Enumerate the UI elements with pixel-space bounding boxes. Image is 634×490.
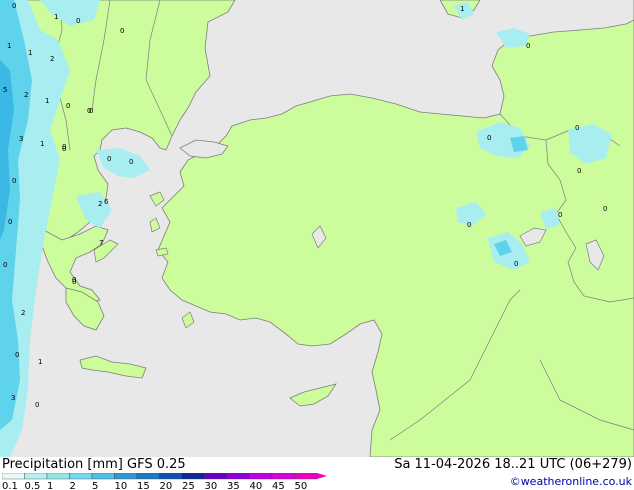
precip-value-label: 1 bbox=[460, 5, 464, 13]
precip-value-label: 0 bbox=[526, 42, 530, 50]
legend-footer: Precipitation [mm] GFS 0.25 Sa 11-04-202… bbox=[0, 457, 634, 490]
scale-label: 25 bbox=[182, 481, 195, 490]
scale-label: 45 bbox=[272, 481, 285, 490]
precip-value-label: 0 bbox=[62, 143, 66, 151]
precip-value-label: 1 bbox=[28, 49, 32, 57]
precip-value-label: 0 bbox=[76, 17, 80, 25]
precip-value-label: 0 bbox=[12, 177, 16, 185]
scale-label: 0.1 bbox=[2, 481, 18, 490]
precip-value-label: 0 bbox=[12, 2, 16, 10]
precip-value-label: 0 bbox=[15, 351, 19, 359]
scale-swatch bbox=[271, 473, 295, 480]
scale-label: 40 bbox=[250, 481, 263, 490]
precip-value-label: 3 bbox=[19, 135, 23, 143]
scale-label: 35 bbox=[227, 481, 240, 490]
scale-arrow bbox=[317, 473, 327, 479]
precip-value-label: 0 bbox=[558, 211, 562, 219]
precip-value-label: 0 bbox=[577, 167, 581, 175]
scale-swatch bbox=[181, 473, 205, 480]
precip-value-label: 1 bbox=[7, 42, 11, 50]
precip-value-label: 0 bbox=[107, 155, 111, 163]
precip-value-label: 0 bbox=[72, 276, 76, 284]
scale-swatch bbox=[46, 473, 70, 480]
precip-value-label: 5 bbox=[3, 86, 7, 94]
scale-swatch bbox=[204, 473, 228, 480]
scale-label: 30 bbox=[205, 481, 218, 490]
precip-value-label: 0 bbox=[603, 205, 607, 213]
valid-time: Sa 11-04-2026 18..21 UTC (06+279) bbox=[394, 457, 632, 472]
scale-swatch bbox=[159, 473, 183, 480]
precip-value-label: 1 bbox=[38, 358, 42, 366]
precip-value-label: 0 bbox=[514, 260, 518, 268]
scale-swatch bbox=[24, 473, 48, 480]
precip-value-label: 0 bbox=[487, 134, 491, 142]
precip-value-label: 3 bbox=[11, 394, 15, 402]
scale-label: 15 bbox=[137, 481, 150, 490]
precip-value-label: 0 bbox=[129, 158, 133, 166]
scale-swatch bbox=[249, 473, 273, 480]
precip-value-label: 0 bbox=[87, 107, 91, 115]
scale-swatch bbox=[2, 473, 25, 480]
scale-label: 1 bbox=[47, 481, 53, 490]
scale-label: 2 bbox=[70, 481, 76, 490]
scale-swatch bbox=[226, 473, 250, 480]
precip-value-label: 0 bbox=[66, 102, 70, 110]
precip-value-label: 2 bbox=[24, 91, 28, 99]
scale-swatch bbox=[91, 473, 115, 480]
scale-swatch bbox=[294, 473, 318, 480]
map-title: Precipitation [mm] GFS 0.25 bbox=[2, 457, 186, 472]
color-scale: 0.1 0.5 1 2 5 10 15 20 25 30 35 40 45 50 bbox=[2, 473, 327, 490]
scale-label: 5 bbox=[92, 481, 98, 490]
precip-value-label: 1 bbox=[54, 13, 58, 21]
precip-value-label: 2 bbox=[21, 309, 25, 317]
precip-value-label: 2 bbox=[98, 200, 102, 208]
precip-value-label: 1 bbox=[40, 140, 44, 148]
scale-label: 10 bbox=[115, 481, 128, 490]
precip-value-label: 0 bbox=[467, 221, 471, 229]
precip-value-label: 0 bbox=[575, 124, 579, 132]
scale-label: 20 bbox=[160, 481, 173, 490]
scale-label: 50 bbox=[295, 481, 308, 490]
scale-swatch bbox=[69, 473, 93, 480]
precip-value-label: 0 bbox=[120, 27, 124, 35]
scale-swatch bbox=[136, 473, 160, 480]
credit-link[interactable]: ©weatheronline.co.uk bbox=[510, 475, 632, 488]
map-area: 0100112521003100006070020130100000000002… bbox=[0, 0, 634, 457]
precip-value-label: 0 bbox=[3, 261, 7, 269]
precip-value-label: 6 bbox=[104, 198, 109, 206]
precip-value-label: 0 bbox=[35, 401, 39, 409]
precip-value-label: 7 bbox=[99, 239, 103, 247]
precipitation-map: 01 00112521003100 006070020130100000000002… bbox=[0, 0, 634, 457]
precip-value-label: 1 bbox=[45, 97, 49, 105]
scale-swatch bbox=[114, 473, 138, 480]
precip-value-label: 2 bbox=[50, 55, 54, 63]
precip-value-label: 0 bbox=[8, 218, 12, 226]
scale-label: 0.5 bbox=[25, 481, 41, 490]
